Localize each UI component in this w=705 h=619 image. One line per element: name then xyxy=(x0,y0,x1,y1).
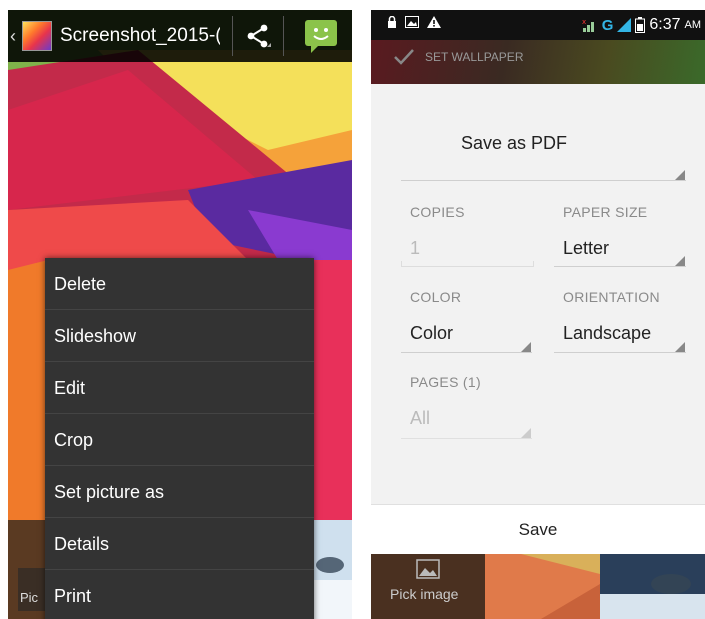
paper-size-underline xyxy=(554,266,686,267)
color-label: COLOR xyxy=(410,289,462,305)
set-wallpaper-label: SET WALLPAPER xyxy=(425,50,524,64)
orientation-dropdown-arrow-icon[interactable] xyxy=(675,342,685,352)
thumbnail-strip: Pick image xyxy=(371,554,705,619)
svg-text:x: x xyxy=(582,18,586,26)
printer-dropdown-arrow-icon[interactable] xyxy=(675,170,685,180)
network-type: G xyxy=(601,16,614,34)
back-chevron-icon[interactable]: ‹ xyxy=(10,26,20,47)
orientation-underline xyxy=(554,352,686,353)
signal-strength-icon xyxy=(617,18,632,32)
signal-icon: x xyxy=(582,18,594,32)
pages-underline xyxy=(401,438,532,439)
menu-item-crop[interactable]: Crop xyxy=(45,414,314,466)
copies-label: COPIES xyxy=(410,204,465,220)
image-title[interactable]: Screenshot_2015-( xyxy=(60,25,220,47)
message-icon[interactable] xyxy=(303,18,339,54)
status-bar: x G 6:37 AM xyxy=(371,10,705,40)
action-bar: ‹ Screenshot_2015-( xyxy=(8,10,352,62)
check-icon xyxy=(394,49,414,65)
color-underline xyxy=(401,352,532,353)
color-selector[interactable]: Color xyxy=(410,323,453,344)
orientation-label: ORIENTATION xyxy=(563,289,660,305)
share-icon xyxy=(247,24,271,48)
printer-selector[interactable]: Save as PDF xyxy=(461,133,567,154)
image-icon xyxy=(416,559,440,579)
menu-item-details[interactable]: Details xyxy=(45,518,314,570)
print-dialog: Save as PDF COPIES 1 PAPER SIZE Letter C… xyxy=(371,84,705,504)
copies-input-underline xyxy=(401,261,534,267)
clock: 6:37 xyxy=(649,16,681,33)
copies-input[interactable]: 1 xyxy=(410,238,420,259)
menu-item-delete[interactable]: Delete xyxy=(45,258,314,310)
warning-icon xyxy=(427,16,441,28)
printer-selector-underline xyxy=(401,180,686,181)
menu-item-print[interactable]: Print xyxy=(45,570,314,619)
gallery-screen: ‹ Screenshot_2015-( Pic Delete Slideshow… xyxy=(8,10,352,619)
pick-image-label: Pick image xyxy=(390,586,459,602)
overflow-menu: Delete Slideshow Edit Crop Set picture a… xyxy=(45,258,314,619)
pick-image-tile[interactable]: Pick image xyxy=(371,554,485,619)
filmstrip-pick-label[interactable]: Pic xyxy=(18,568,47,611)
share-button[interactable] xyxy=(232,16,284,56)
print-screen: x G 6:37 AM SET WALLPAPER Save as PDF CO… xyxy=(371,10,705,619)
menu-item-set-picture-as[interactable]: Set picture as xyxy=(45,466,314,518)
pages-dropdown-arrow-icon xyxy=(521,428,531,438)
paper-size-dropdown-arrow-icon[interactable] xyxy=(675,256,685,266)
lock-icon xyxy=(388,16,396,28)
background-activity-bar: SET WALLPAPER xyxy=(371,40,705,84)
battery-icon xyxy=(635,17,646,33)
pages-selector[interactable]: All xyxy=(410,408,430,429)
save-button[interactable]: Save xyxy=(371,504,705,555)
pages-label: PAGES (1) xyxy=(410,374,481,390)
menu-item-edit[interactable]: Edit xyxy=(45,362,314,414)
paper-size-selector[interactable]: Letter xyxy=(563,238,609,259)
image-notification-icon xyxy=(405,16,419,28)
orientation-selector[interactable]: Landscape xyxy=(563,323,651,344)
menu-item-slideshow[interactable]: Slideshow xyxy=(45,310,314,362)
clock-ampm: AM xyxy=(684,19,702,31)
color-dropdown-arrow-icon[interactable] xyxy=(521,342,531,352)
app-icon[interactable] xyxy=(22,21,52,51)
paper-size-label: PAPER SIZE xyxy=(563,204,648,220)
